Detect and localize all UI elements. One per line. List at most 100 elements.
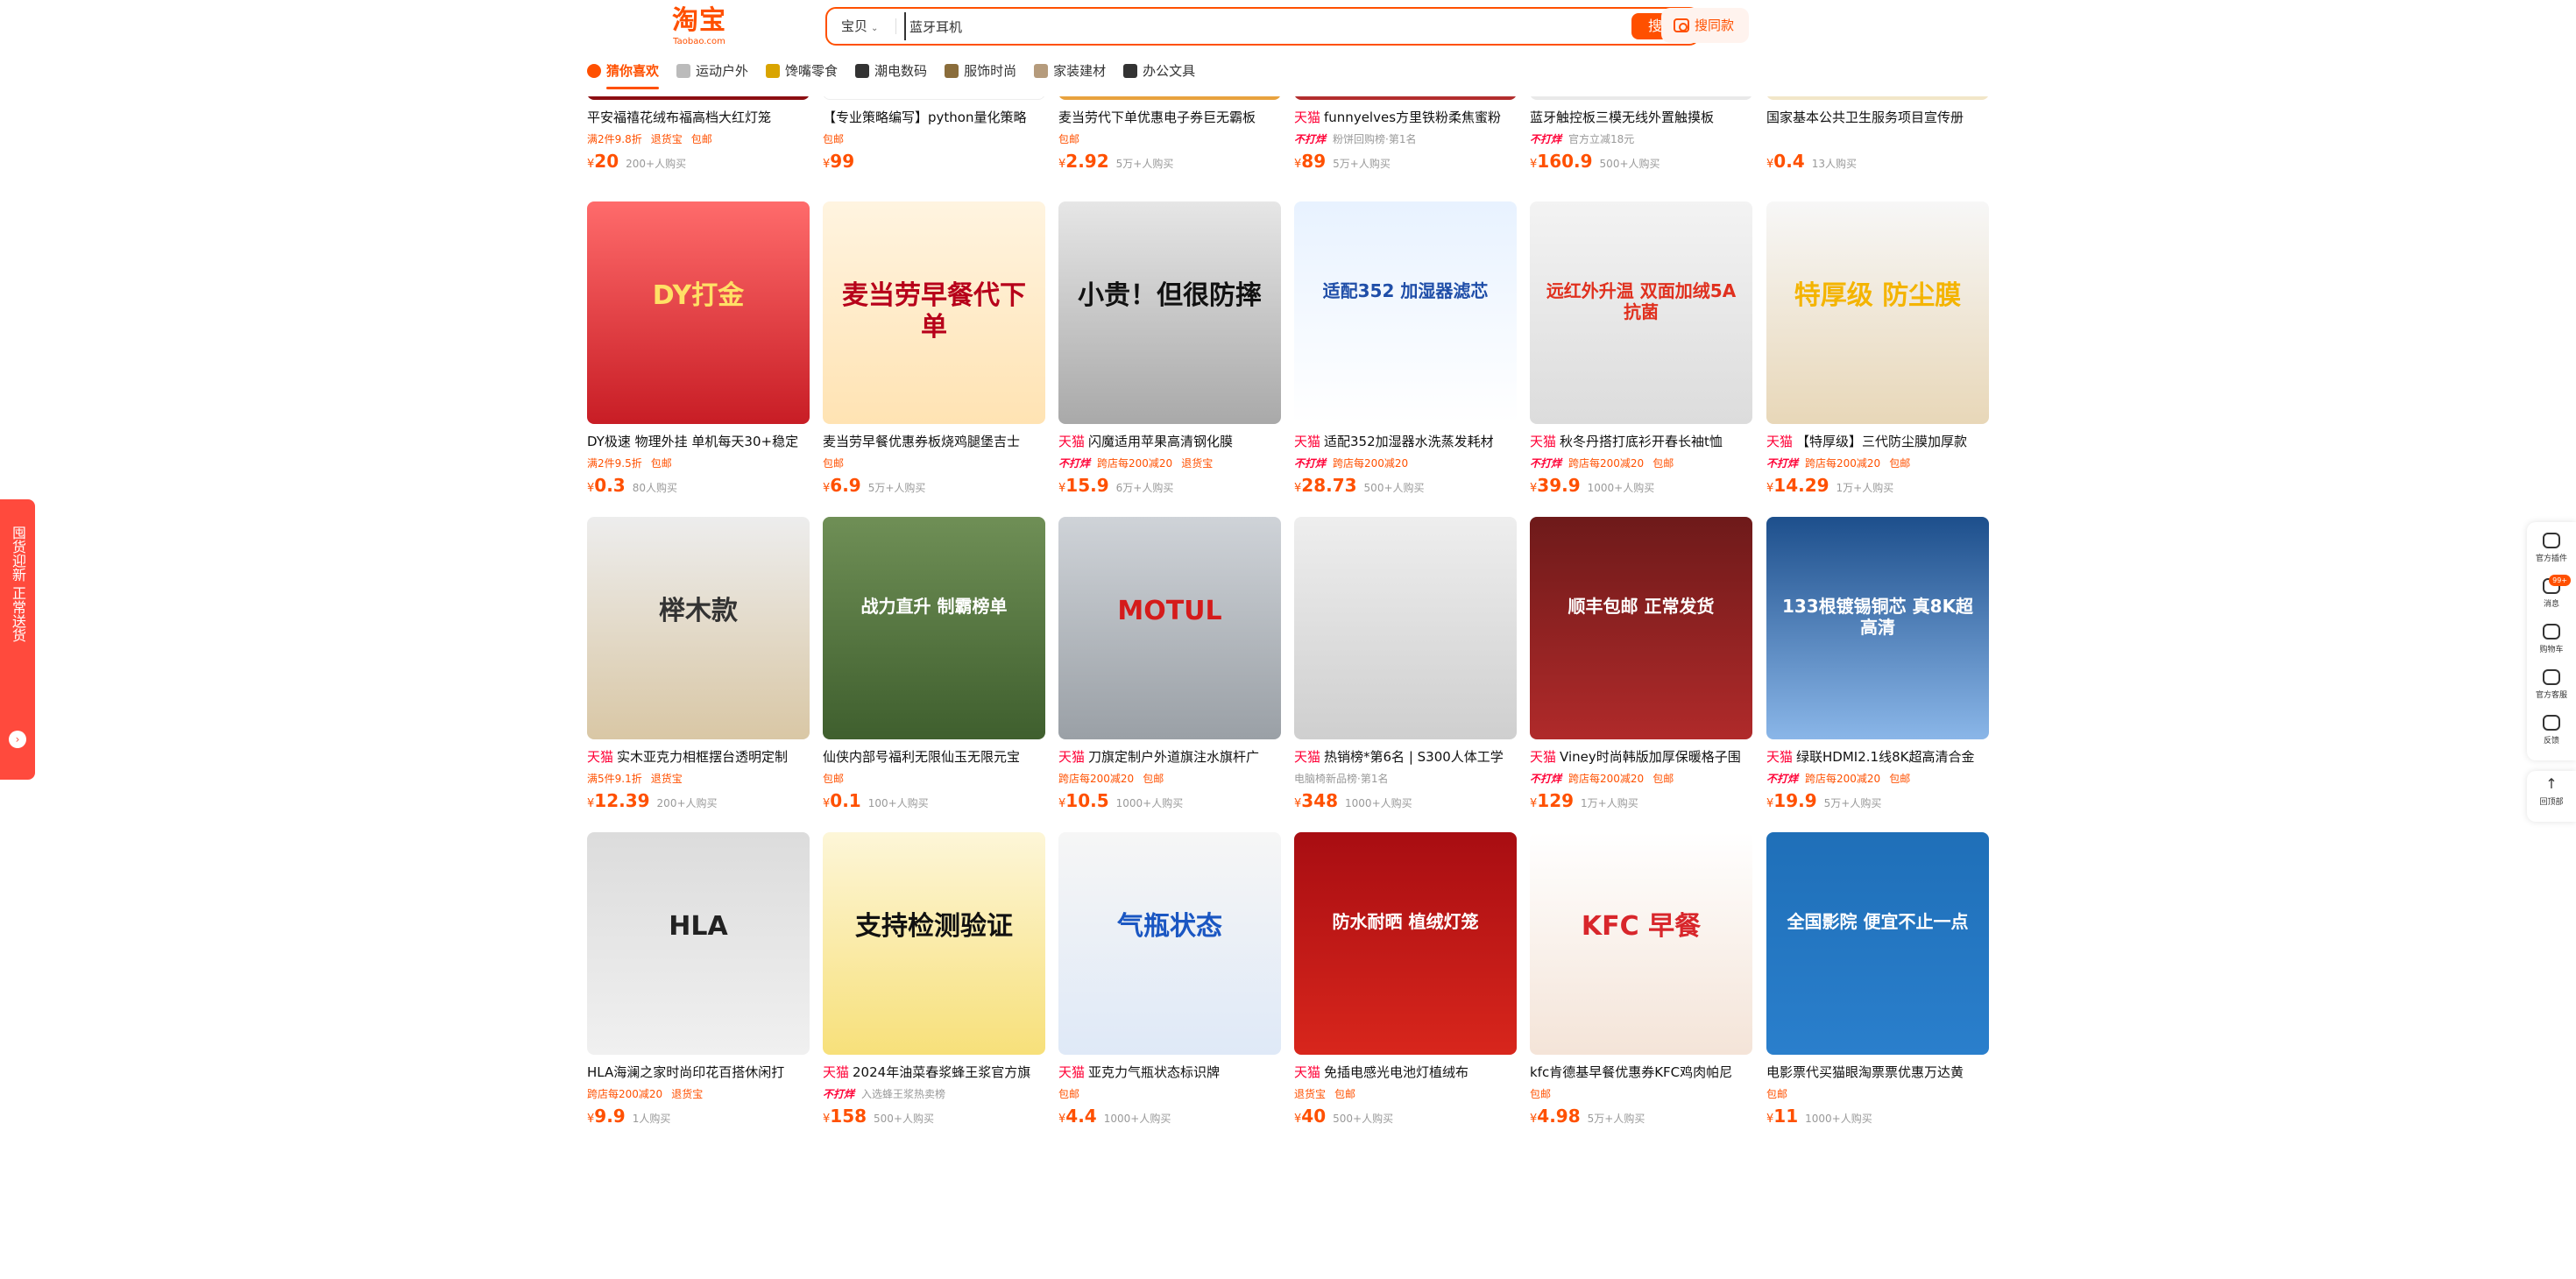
product-title-row[interactable]: 蓝牙触控板三模无线外置触摸板 [1530, 109, 1752, 126]
product-card[interactable]: 小贵！但很防摔 天猫 闪魔适用苹果高清钢化膜 不打烊 跨店每200减20 退货宝 ¥15.9… [1058, 201, 1281, 496]
product-card[interactable]: HLA HLA海澜之家时尚印花百搭休闲打 跨店每200减20 退货宝 ¥9.9 1人购买 [587, 832, 810, 1127]
product-title-row[interactable]: 天猫 Viney时尚韩版加厚保暖格子围 [1530, 748, 1752, 766]
product-title-row[interactable]: 天猫 亚克力气瓶状态标识牌 [1058, 1063, 1281, 1081]
product-title-row[interactable]: 天猫 免插电感光电池灯植绒布 [1294, 1063, 1517, 1081]
product-image[interactable]: 战力直升 制霸榜单 [823, 517, 1045, 739]
product-title-row[interactable]: 天猫 闪魔适用苹果高清钢化膜 [1058, 433, 1281, 450]
product-title-row[interactable]: 天猫 适配352加湿器水洗蒸发耗材 [1294, 433, 1517, 450]
search-scope-select[interactable]: 宝贝 ⌄ [841, 9, 878, 44]
product-image[interactable]: 支持检测验证 [823, 832, 1045, 1055]
product-title-row[interactable]: DY极速 物理外挂 单机每天30+稳定 [587, 433, 810, 450]
product-image[interactable] [1294, 517, 1517, 739]
product-title-row[interactable]: 天猫 热销榜*第6名 | S300人体工学 [1294, 748, 1517, 766]
product-title-row[interactable]: 麦当劳代下单优惠电子券巨无霸板 [1058, 109, 1281, 126]
toolbar-item[interactable]: 官方插件 [2527, 527, 2576, 573]
product-title-row[interactable]: 天猫 funnyelves方里铁粉柔焦蜜粉 [1294, 109, 1517, 126]
product-image[interactable]: 顺丰包邮 正常发货 [1530, 517, 1752, 739]
product-card[interactable]: 支持检测验证 天猫 2024年油菜春浆蜂王浆官方旗 不打烊 入选蜂王浆热卖榜 ¥158 50… [823, 832, 1045, 1127]
product-image[interactable]: 适配352 加湿器滤芯 [1294, 201, 1517, 424]
product-card[interactable]: 麦当劳早餐代下单 麦当劳早餐优惠券板烧鸡腿堡吉士 包邮 ¥6.9 5万+人购买 [823, 201, 1045, 496]
tab-category[interactable]: 猜你喜欢 [587, 58, 660, 89]
taobao-logo[interactable]: 淘宝 Taobao.com [671, 5, 727, 47]
cart-icon [2543, 624, 2560, 640]
product-card[interactable]: 顺丰包邮 正常发货天猫 Viney时尚韩版加厚保暖格子围 不打烊 跨店每200减20 包… [1530, 517, 1752, 811]
new-year-banner[interactable]: 囤货迎新 正常送货 › [0, 499, 35, 780]
product-card[interactable]: 天猫 热销榜*第6名 | S300人体工学 电脑椅新品榜·第1名 ¥348 1000+人… [1294, 517, 1517, 811]
product-image[interactable]: 特厚级 防尘膜 [1766, 201, 1989, 424]
product-image-text: 全国影院 便宜不止一点 [1787, 911, 1969, 932]
product-card[interactable]: 远红外升温 双面加绒5A抗菌 天猫 秋冬丹搭打底衫开春长袖t恤 不打烊 跨店每200减2… [1530, 201, 1752, 496]
product-title: 【特厚级】三代防尘膜加厚款 [1796, 434, 1968, 449]
image-search-button[interactable]: 搜同款 [1661, 8, 1749, 43]
product-title-row[interactable]: 天猫 实木亚克力相框摆台透明定制 [587, 748, 810, 766]
product-image[interactable]: 133根镀锡铜芯 真8K超高清 [1766, 517, 1989, 739]
product-title: funnyelves方里铁粉柔焦蜜粉 [1324, 110, 1502, 125]
product-image[interactable]: 气瓶状态 [1058, 832, 1281, 1055]
product-title-row[interactable]: 仙侠内部号福利无限仙玉无限元宝 [823, 748, 1045, 766]
open-always-badge: 不打烊 [1766, 457, 1799, 470]
product-card[interactable]: KFC 早餐 kfc肯德基早餐优惠券KFC鸡肉帕尼 包邮 ¥4.98 5万+人购买 [1530, 832, 1752, 1127]
toolbar-item[interactable]: 购物车 [2527, 618, 2576, 664]
toolbar-item-label: 反馈 [2543, 737, 2559, 745]
tab-category[interactable]: 运动户外 [676, 58, 748, 84]
open-always-badge: 不打烊 [1530, 133, 1562, 145]
product-title-row[interactable]: 天猫 【特厚级】三代防尘膜加厚款 [1766, 433, 1989, 450]
price-row: ¥6.9 5万+人购买 [823, 475, 1045, 496]
search-input[interactable] [904, 12, 1518, 40]
product-card[interactable]: 适配352 加湿器滤芯 天猫 适配352加湿器水洗蒸发耗材 不打烊 跨店每200减20 ¥… [1294, 201, 1517, 496]
product-image-text: 战力直升 制霸榜单 [860, 596, 1008, 617]
open-always-badge: 不打烊 [1294, 457, 1327, 470]
product-title-row[interactable]: 国家基本公共卫生服务项目宣传册 [1766, 109, 1989, 126]
product-title-row[interactable]: 天猫 秋冬丹搭打底衫开春长袖t恤 [1530, 433, 1752, 450]
tab-category[interactable]: 服饰时尚 [945, 58, 1016, 84]
product-title-row[interactable]: 平安福禧花绒布福高档大红灯笼 [587, 109, 810, 126]
product-title-row[interactable]: 麦当劳早餐优惠券板烧鸡腿堡吉士 [823, 433, 1045, 450]
price-row: ¥0.1 100+人购买 [823, 790, 1045, 811]
product-image[interactable]: 麦当劳早餐代下单 [823, 201, 1045, 424]
product-image[interactable]: 远红外升温 双面加绒5A抗菌 [1530, 201, 1752, 424]
price-row: ¥348 1000+人购买 [1294, 790, 1517, 811]
product-card[interactable]: 战力直升 制霸榜单 仙侠内部号福利无限仙玉无限元宝 包邮 ¥0.1 100+人购买 [823, 517, 1045, 811]
product-tags: 不打烊 跨店每200减20 包邮 [1530, 771, 1752, 787]
product-card[interactable]: 特厚级 防尘膜 天猫 【特厚级】三代防尘膜加厚款 不打烊 跨店每200减20 包邮 ¥14.… [1766, 201, 1989, 496]
product-image[interactable]: 防水耐晒 植绒灯笼 [1294, 832, 1517, 1055]
product-title-row[interactable]: kfc肯德基早餐优惠券KFC鸡肉帕尼 [1530, 1063, 1752, 1081]
product-card[interactable]: 榉木款 天猫 实木亚克力相框摆台透明定制 满5件9.1折 退货宝 ¥12.39 200+人购… [587, 517, 810, 811]
product-card[interactable]: 133根镀锡铜芯 真8K超高清 天猫 绿联HDMI2.1线8K超高清合金 不打烊 跨店每… [1766, 517, 1989, 811]
product-title-row[interactable]: 天猫 2024年油菜春浆蜂王浆官方旗 [823, 1063, 1045, 1081]
product-price: 6.9 [830, 475, 861, 496]
tab-category[interactable]: 馋嘴零食 [766, 58, 838, 84]
product-image[interactable]: 全国影院 便宜不止一点 [1766, 832, 1989, 1055]
sold-count: 5万+人购买 [1587, 1113, 1645, 1125]
product-image[interactable]: 榉木款 [587, 517, 810, 739]
product-title-row[interactable]: 天猫 绿联HDMI2.1线8K超高清合金 [1766, 748, 1989, 766]
toolbar-item[interactable]: 反馈 [2527, 710, 2576, 755]
product-image[interactable]: HLA [587, 832, 810, 1055]
tab-category[interactable]: 家装建材 [1034, 58, 1106, 84]
product-image-text: 顺丰包邮 正常发货 [1568, 596, 1715, 617]
tab-category-label: 潮电数码 [874, 63, 928, 79]
back-to-top-button[interactable]: ↑ 回顶部 [2527, 771, 2576, 822]
tab-category[interactable]: 办公文具 [1123, 58, 1195, 84]
product-card[interactable]: 防水耐晒 植绒灯笼 天猫 免插电感光电池灯植绒布 退货宝 包邮 ¥40 500+人购买 [1294, 832, 1517, 1127]
product-card[interactable]: DY打金 DY极速 物理外挂 单机每天30+稳定 满2件9.5折 包邮 ¥0.3 80人购… [587, 201, 810, 496]
product-image[interactable]: KFC 早餐 [1530, 832, 1752, 1055]
product-title-row[interactable]: HLA海澜之家时尚印花百搭休闲打 [587, 1063, 810, 1081]
product-title-row[interactable]: 【专业策略编写】python量化策略 [823, 109, 1045, 126]
product-price: 4.98 [1537, 1106, 1581, 1127]
product-card[interactable]: 全国影院 便宜不止一点 电影票代买猫眼淘票票优惠万达黄 包邮 ¥11 1000+人购买 [1766, 832, 1989, 1127]
product-card[interactable]: 气瓶状态 天猫 亚克力气瓶状态标识牌 包邮 ¥4.4 1000+人购买 [1058, 832, 1281, 1127]
toolbar-item[interactable]: 99+ 消息 [2527, 573, 2576, 618]
tab-category[interactable]: 潮电数码 [855, 58, 927, 84]
chevron-down-icon: ⌄ [871, 24, 879, 33]
toolbar-item[interactable]: 官方客服 [2527, 664, 2576, 710]
product-title: 蓝牙触控板三模无线外置触摸板 [1530, 110, 1715, 125]
product-image[interactable]: DY打金 [587, 201, 810, 424]
product-image[interactable]: MOTUL [1058, 517, 1281, 739]
sold-count: 5万+人购买 [1823, 797, 1882, 809]
product-card[interactable]: MOTUL 天猫 刀旗定制户外道旗注水旗杆广 跨店每200减20 包邮 ¥10.5 1000… [1058, 517, 1281, 811]
product-image[interactable]: 小贵！但很防摔 [1058, 201, 1281, 424]
product-title-row[interactable]: 电影票代买猫眼淘票票优惠万达黄 [1766, 1063, 1989, 1081]
price-row: ¥10.5 1000+人购买 [1058, 790, 1281, 811]
product-title-row[interactable]: 天猫 刀旗定制户外道旗注水旗杆广 [1058, 748, 1281, 766]
